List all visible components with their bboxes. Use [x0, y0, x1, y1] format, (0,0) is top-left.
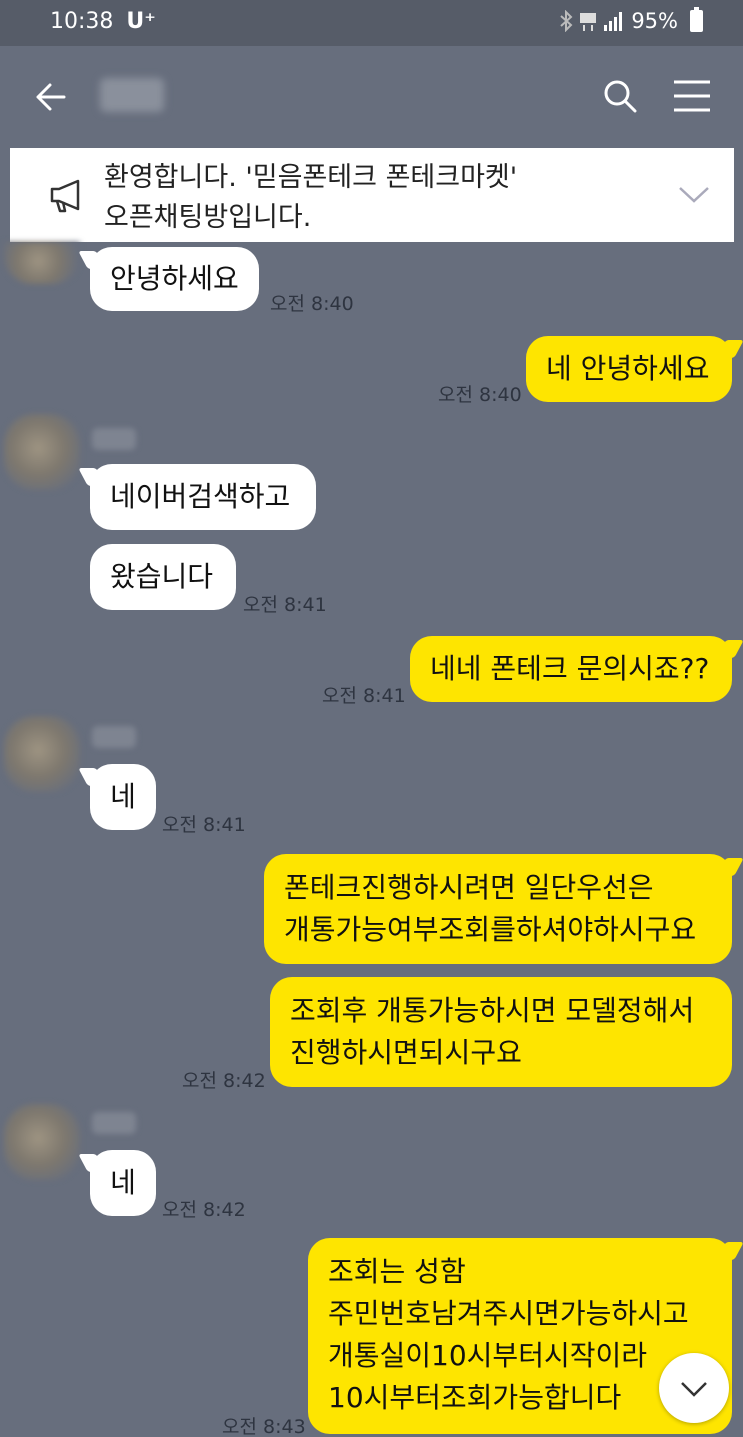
status-bar: 10:38 U⁺ 95%: [0, 0, 743, 46]
message-time: 오전 8:43: [222, 1416, 306, 1437]
message-time: 오전 8:41: [243, 594, 327, 616]
message-time: 오전 8:40: [438, 384, 522, 406]
lte-icon: [580, 13, 597, 31]
menu-icon[interactable]: [672, 78, 712, 114]
message-time: 오전 8:40: [270, 293, 354, 315]
avatar[interactable]: [4, 242, 80, 284]
sender-name-blurred: [92, 726, 136, 748]
message-time: 오전 8:42: [182, 1070, 266, 1092]
avatar[interactable]: [4, 414, 80, 490]
scroll-to-bottom-button[interactable]: [659, 1353, 729, 1423]
received-message: 네: [90, 1150, 156, 1216]
received-message: 왔습니다: [90, 544, 236, 610]
back-arrow-icon[interactable]: [30, 76, 72, 118]
chevron-down-icon[interactable]: [676, 176, 712, 212]
megaphone-icon: [50, 179, 80, 213]
room-title-blurred: [100, 78, 164, 112]
received-message: 네: [90, 764, 156, 830]
avatar[interactable]: [4, 1104, 80, 1180]
notice-text: 환영합니다. '믿음폰테크 폰테크마켓' 오픈채팅방입니다.: [104, 162, 518, 233]
sender-name-blurred: [92, 428, 136, 450]
received-message: 안녕하세요: [90, 247, 259, 311]
avatar[interactable]: [4, 716, 80, 792]
status-time: 10:38 U⁺: [50, 9, 156, 34]
sent-message: 네네 폰테크 문의시죠??: [410, 636, 732, 702]
message-time: 오전 8:42: [162, 1199, 246, 1221]
received-message: 네이버검색하고: [90, 464, 316, 530]
sent-message: 폰테크진행하시려면 일단우선은 개통가능여부조회를하셔야하시구요: [264, 854, 732, 964]
message-time: 오전 8:41: [162, 814, 246, 836]
bluetooth-icon: [560, 10, 573, 32]
status-icons: 95%: [559, 7, 703, 33]
sender-name-blurred: [92, 1112, 136, 1134]
notice-banner[interactable]: 환영합니다. '믿음폰테크 폰테크마켓' 오픈채팅방입니다.: [10, 148, 734, 242]
battery-icon: [690, 7, 703, 32]
signal-icon: [604, 12, 623, 31]
search-icon[interactable]: [600, 76, 640, 116]
chevron-down-icon: [681, 1382, 707, 1397]
battery-percent: 95%: [631, 9, 678, 33]
message-time: 오전 8:41: [322, 685, 406, 707]
carrier-label: U⁺: [126, 9, 156, 34]
chat-header: [0, 46, 743, 146]
sent-message: 조회후 개통가능하시면 모델정해서 진행하시면되시구요: [270, 977, 732, 1087]
sent-message: 네 안녕하세요: [526, 336, 732, 402]
